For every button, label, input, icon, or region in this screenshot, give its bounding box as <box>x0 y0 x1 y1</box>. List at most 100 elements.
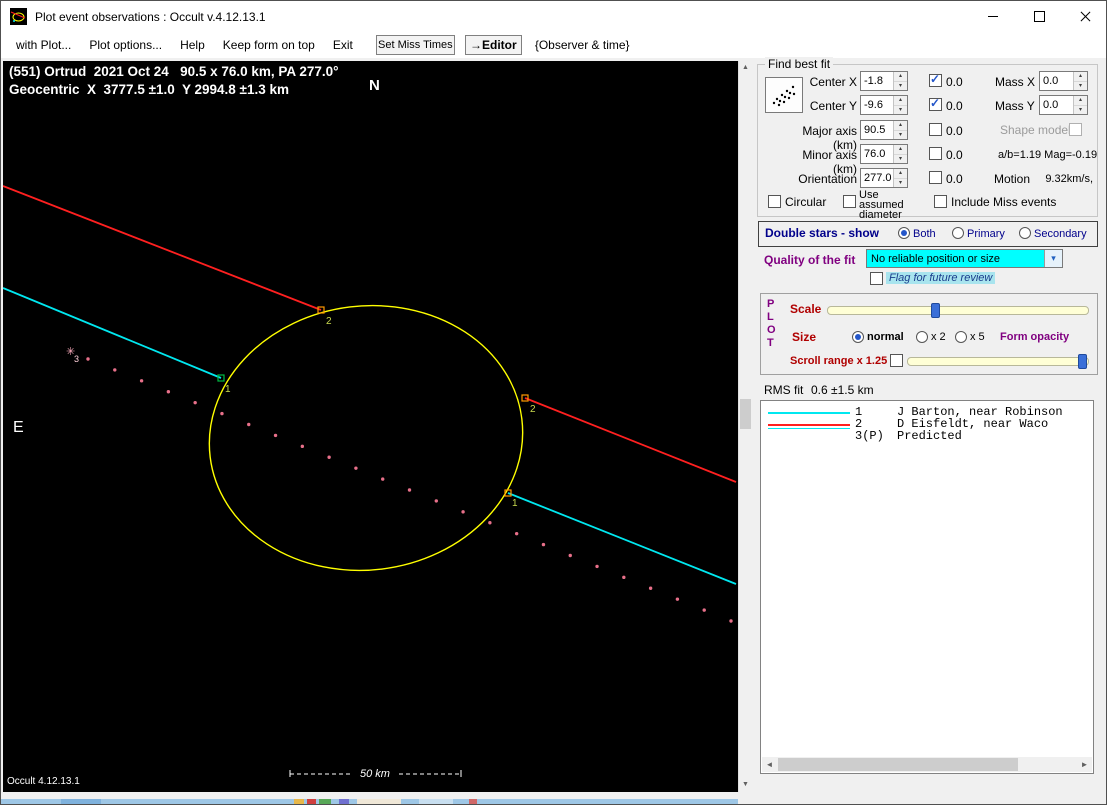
plot-letter-p: P <box>767 298 775 310</box>
svg-text:1: 1 <box>512 498 518 509</box>
maximize-button[interactable] <box>1016 1 1062 32</box>
legend-entry-3[interactable]: 3(P) Predicted <box>855 429 962 443</box>
minor-axis-input[interactable]: 76.0 <box>860 144 908 164</box>
major-axis-spinner[interactable] <box>893 121 907 139</box>
occultation-plot-canvas[interactable]: ✳3221150 km <box>3 61 738 792</box>
major-axis-input[interactable]: 90.5 <box>860 120 908 140</box>
svg-text:3: 3 <box>74 354 79 364</box>
mass-y-input[interactable]: 0.0 <box>1039 95 1088 115</box>
double-stars-both-label[interactable]: Both <box>913 228 936 240</box>
menu-bar: with Plot... Plot options... Help Keep f… <box>1 32 1106 58</box>
title-bar[interactable]: Plot event observations : Occult v.4.12.… <box>1 1 1106 32</box>
svg-text:1: 1 <box>225 384 231 395</box>
scroll-range-checkbox[interactable] <box>890 354 903 367</box>
double-stars-both-radio[interactable] <box>898 227 910 239</box>
observer-time-label: {Observer & time} <box>534 38 630 52</box>
size-x2-radio[interactable] <box>916 331 928 343</box>
orientation-hold-checkbox[interactable] <box>929 171 942 184</box>
flag-review-checkbox[interactable] <box>870 272 883 285</box>
quality-dropdown[interactable]: No reliable position or size <box>866 249 1063 268</box>
size-x5-label[interactable]: x 5 <box>970 331 985 343</box>
menu-plot-options[interactable]: Plot options... <box>80 38 171 52</box>
menu-help[interactable]: Help <box>171 38 214 52</box>
menu-with-plot[interactable]: with Plot... <box>7 38 80 52</box>
occultation-plot-area[interactable]: ✳ 3 2 2 1 1 50 km (551) Ortrud 2021 Oct 24 90.… <box>3 61 738 792</box>
legend-scrollbar-thumb[interactable] <box>778 758 1018 771</box>
center-x-input[interactable]: -1.8 <box>860 71 908 91</box>
scroll-left-icon[interactable] <box>762 757 777 772</box>
set-miss-times-button[interactable]: Set Miss Times <box>375 35 455 55</box>
minimize-icon <box>988 16 998 17</box>
orientation-label: Orientation <box>798 172 857 186</box>
observer-legend-list[interactable]: 1J Barton, near Robinson 2D Eisfeldt, ne… <box>760 400 1094 774</box>
editor-button[interactable]: →Editor <box>464 35 522 55</box>
menu-keep-on-top[interactable]: Keep form on top <box>214 38 324 52</box>
scroll-right-icon[interactable] <box>1077 757 1092 772</box>
mass-x-input[interactable]: 0.0 <box>1039 71 1088 91</box>
application-window: Plot event observations : Occult v.4.12.… <box>0 0 1107 805</box>
include-miss-events-checkbox[interactable] <box>934 195 947 208</box>
legend-line-cyan <box>768 412 850 414</box>
plot-letter-t: T <box>767 337 774 349</box>
use-assumed-diameter-checkbox[interactable] <box>843 195 856 208</box>
quality-dropdown-value: No reliable position or size <box>871 253 1001 265</box>
double-stars-secondary-label[interactable]: Secondary <box>1034 228 1087 240</box>
double-stars-secondary-radio[interactable] <box>1019 227 1031 239</box>
quality-of-fit-label: Quality of the fit <box>764 253 856 267</box>
shape-model-checkbox[interactable] <box>1069 123 1082 136</box>
shape-model-label: Shape model <box>1000 123 1071 137</box>
double-stars-primary-label[interactable]: Primary <box>967 228 1005 240</box>
major-axis-hold-checkbox[interactable] <box>929 123 942 136</box>
center-x-hold-checkbox[interactable] <box>929 72 942 87</box>
size-x5-radio[interactable] <box>955 331 967 343</box>
double-stars-primary-radio[interactable] <box>952 227 964 239</box>
size-normal-radio[interactable] <box>852 331 864 343</box>
legend-entry-3-num: 3(P) <box>855 429 884 443</box>
plot-version-label: Occult 4.12.13.1 <box>7 776 80 787</box>
size-x2-label[interactable]: x 2 <box>931 331 946 343</box>
mass-x-value: 0.0 <box>1043 75 1059 87</box>
close-button[interactable] <box>1062 1 1106 32</box>
orientation-spinner[interactable] <box>893 169 907 187</box>
scroll-down-icon[interactable] <box>739 778 752 792</box>
north-label: N <box>369 77 380 94</box>
center-y-hold-checkbox[interactable] <box>929 96 942 111</box>
opacity-slider-thumb[interactable] <box>1078 354 1087 369</box>
center-y-spinner[interactable] <box>893 96 907 114</box>
minor-axis-zero-label: 0.0 <box>946 148 963 162</box>
minor-axis-hold-checkbox[interactable] <box>929 147 942 160</box>
scale-slider-thumb[interactable] <box>931 303 940 318</box>
legend-horizontal-scrollbar[interactable] <box>762 757 1092 772</box>
scroll-up-icon[interactable] <box>739 61 752 75</box>
orientation-input[interactable]: 277.0 <box>860 168 908 188</box>
include-miss-events-label: Include Miss events <box>951 195 1057 209</box>
plot-vertical-scrollbar[interactable] <box>738 61 751 792</box>
use-assumed-diameter-label: Use assumed diameter <box>859 189 904 221</box>
center-x-label: Center X <box>809 75 857 89</box>
svg-text:2: 2 <box>530 404 536 415</box>
opacity-slider[interactable] <box>907 357 1089 366</box>
circular-checkbox[interactable] <box>768 195 781 208</box>
minimize-button[interactable] <box>970 1 1016 32</box>
form-opacity-label[interactable]: Form opacity <box>1000 331 1069 343</box>
center-y-input[interactable]: -9.6 <box>860 95 908 115</box>
mass-x-spinner[interactable] <box>1073 72 1087 90</box>
mass-x-label: Mass X <box>995 75 1036 89</box>
scroll-range-label: Scroll range x 1.25 <box>790 355 888 367</box>
flag-review-label: Flag for future review <box>886 272 996 284</box>
fit-scatter-button[interactable] <box>765 77 803 113</box>
size-normal-label[interactable]: normal <box>867 331 904 343</box>
orientation-value: 277.0 <box>864 172 892 184</box>
scrollbar-thumb[interactable] <box>740 399 751 429</box>
minor-axis-spinner[interactable] <box>893 145 907 163</box>
center-x-spinner[interactable] <box>893 72 907 90</box>
window-title: Plot event observations : Occult v.4.12.… <box>35 10 266 24</box>
east-label: E <box>13 419 24 436</box>
scale-slider[interactable] <box>827 306 1089 315</box>
scatter-dots-icon <box>772 85 796 107</box>
chevron-down-icon[interactable] <box>1044 250 1062 267</box>
circular-label: Circular <box>785 195 827 209</box>
menu-exit[interactable]: Exit <box>324 38 362 52</box>
mass-y-spinner[interactable] <box>1073 96 1087 114</box>
rms-fit-value: 0.6 ±1.5 km <box>811 383 874 397</box>
